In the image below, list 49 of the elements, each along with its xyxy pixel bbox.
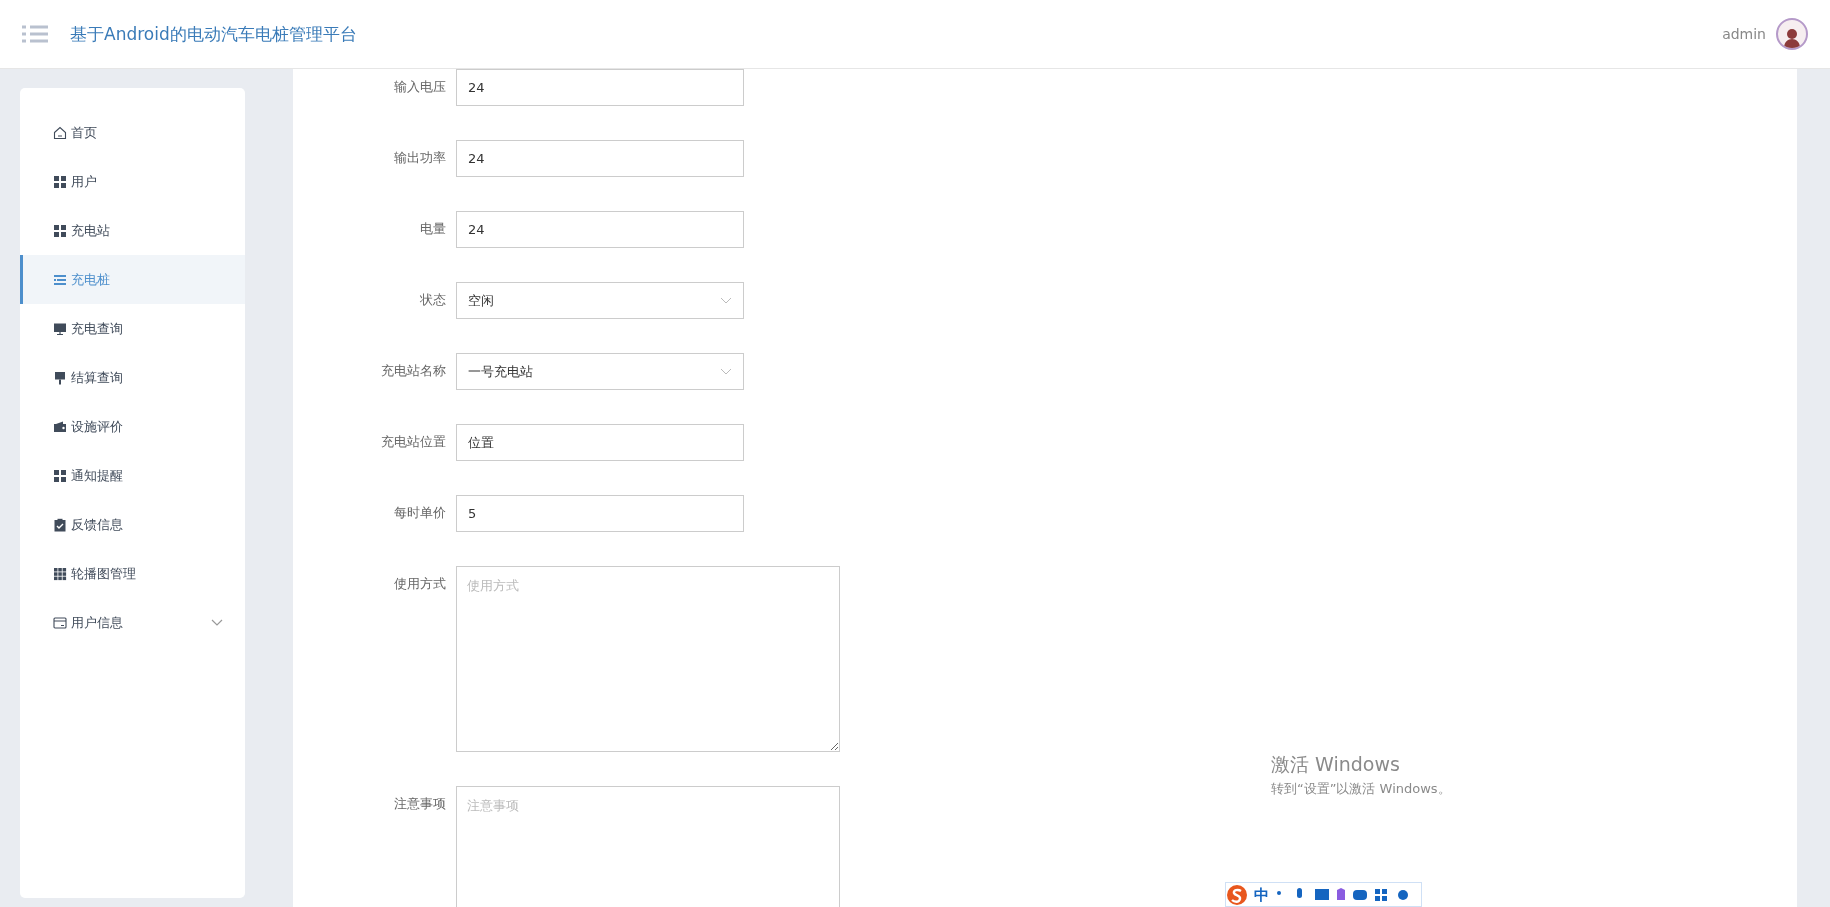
- text-area[interactable]: 使用方式: [456, 566, 840, 752]
- app-title: 基于Android的电动汽车电桩管理平台: [70, 22, 358, 46]
- field-label: 输出功率: [393, 150, 447, 167]
- chevron-icon: [720, 367, 732, 376]
- text-field[interactable]: 24: [456, 211, 744, 248]
- sidebar-item[interactable]: 轮播图管理: [20, 549, 245, 598]
- field-label: 状态: [419, 292, 447, 309]
- list-icon: [53, 272, 67, 287]
- activation-title: 激活 Windows: [1271, 752, 1401, 777]
- activation-hint: 转到“设置”以激活 Windows。: [1271, 780, 1451, 798]
- wallet-icon: [53, 419, 67, 434]
- sidebar-item[interactable]: 首页: [20, 108, 245, 157]
- text-field[interactable]: 24: [456, 69, 744, 106]
- sidebar-item[interactable]: 用户信息: [20, 598, 245, 647]
- sidebar-item[interactable]: 反馈信息: [20, 500, 245, 549]
- select-field[interactable]: 空闲: [456, 282, 744, 319]
- field-label: 输入电压: [393, 79, 447, 96]
- card-icon: [53, 615, 67, 630]
- text-field[interactable]: 24: [456, 140, 744, 177]
- brush-icon: [53, 370, 67, 385]
- sidebar-item[interactable]: 充电站: [20, 206, 245, 255]
- chevron-icon: [720, 296, 732, 305]
- field-label: 充电站名称: [380, 363, 447, 380]
- grid-icon: [53, 223, 67, 238]
- username[interactable]: admin: [1722, 26, 1766, 42]
- monitor-icon: [53, 321, 67, 336]
- field-label: 充电站位置: [380, 434, 447, 451]
- field-label: 注意事项: [393, 795, 447, 813]
- field-label: 使用方式: [393, 575, 447, 593]
- ime-logo-icon[interactable]: [1226, 884, 1248, 906]
- chevron-icon: [211, 618, 223, 627]
- grid-icon: [53, 468, 67, 483]
- sidebar-item[interactable]: 用户: [20, 157, 245, 206]
- sidebar-item[interactable]: 结算查询: [20, 353, 245, 402]
- select-field[interactable]: 一号充电站: [456, 353, 744, 390]
- text-area[interactable]: 注意事项: [456, 786, 840, 907]
- avatar[interactable]: [1776, 18, 1808, 50]
- grid-icon: [53, 566, 67, 581]
- grid-icon: [53, 174, 67, 189]
- field-label: 每时单价: [393, 505, 447, 522]
- sidebar-item[interactable]: 充电查询: [20, 304, 245, 353]
- text-field[interactable]: 5: [456, 495, 744, 532]
- field-label: 电量: [419, 221, 447, 238]
- ime-mode[interactable]: 中: [1254, 885, 1269, 905]
- clipboard-icon: [53, 517, 67, 532]
- home-icon: [53, 125, 67, 140]
- sidebar-item[interactable]: 设施评价: [20, 402, 245, 451]
- sidebar-item[interactable]: 通知提醒: [20, 451, 245, 500]
- text-field[interactable]: 位置: [456, 424, 744, 461]
